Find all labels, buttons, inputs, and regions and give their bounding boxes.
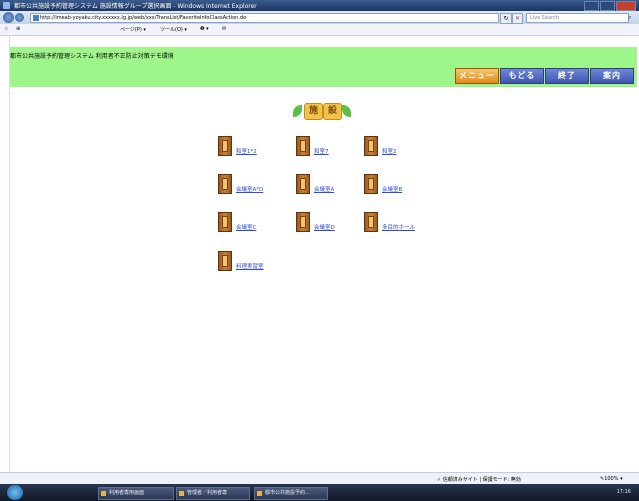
security-zone: ✓ 信頼済みサイト | 保護モード: 無効 xyxy=(437,477,521,483)
room-link[interactable]: 多目的ホール xyxy=(382,223,415,231)
room-link[interactable]: 和室7 xyxy=(314,147,329,155)
room-link[interactable]: 会議室A xyxy=(314,185,334,193)
page-icon xyxy=(33,15,39,21)
window-title-bar: 都市公共施設予約管理システム 施設情報グループ選択画面 - Windows In… xyxy=(0,0,639,11)
door-icon[interactable] xyxy=(364,136,378,156)
add-favorite-icon[interactable]: ⊕ xyxy=(16,26,20,32)
taskbar-item-label: 都市公共施設予約... xyxy=(265,490,310,496)
start-button[interactable] xyxy=(7,485,23,500)
heading-char: 施 xyxy=(304,103,323,120)
room-link[interactable]: 和室1*2 xyxy=(236,147,257,155)
favorites-icon[interactable]: ☆ xyxy=(4,26,8,32)
taskbar-item[interactable]: 都市公共施設予約... xyxy=(254,487,328,500)
room-link[interactable]: 会議室A*D xyxy=(236,185,263,193)
leaf-icon xyxy=(342,105,351,117)
maximize-button[interactable] xyxy=(600,1,615,11)
address-bar: http://imeab-yoyaku.city.xxxxxx.lg.jp/we… xyxy=(0,11,639,24)
room-link[interactable]: 会議室D xyxy=(314,223,335,231)
door-icon[interactable] xyxy=(218,174,232,194)
room-link[interactable]: 会議室B xyxy=(382,185,402,193)
guide-button[interactable]: 案内 xyxy=(590,68,634,84)
taskbar-item[interactable]: 利用者専用画面 xyxy=(98,487,174,500)
facility-heading: 施 設 xyxy=(293,103,351,120)
ie-icon xyxy=(257,491,262,496)
window-controls xyxy=(583,1,636,11)
system-caption: 都市公共施設予約管理システム 利用者不正防止対策テモ環境 xyxy=(10,53,174,60)
menu-button[interactable]: メニュー xyxy=(455,68,499,84)
taskbar-item[interactable]: 管理者／利用者専 xyxy=(176,487,250,500)
help-menu[interactable]: ❷ ▾ xyxy=(200,26,209,32)
room-link[interactable]: 会議室C xyxy=(236,223,256,231)
app-icon xyxy=(179,491,184,496)
stop-icon[interactable]: ✕ xyxy=(512,13,523,24)
door-icon[interactable] xyxy=(218,212,232,232)
door-icon[interactable] xyxy=(364,174,378,194)
search-icon[interactable]: ⌕ xyxy=(628,14,631,22)
command-bar: ☆ ⊕ ページ(P) ▾ ツール(O) ▾ ❷ ▾ ✉ xyxy=(0,24,639,36)
system-tray: 17:16 xyxy=(479,487,637,498)
end-button[interactable]: 終了 xyxy=(545,68,589,84)
room-link[interactable]: 料理実習室 xyxy=(236,262,264,270)
refresh-icon[interactable]: ↻ xyxy=(500,13,512,24)
tools-menu[interactable]: ツール(O) ▾ xyxy=(160,26,187,33)
door-icon[interactable] xyxy=(296,174,310,194)
leaf-icon xyxy=(293,105,302,117)
door-icon[interactable] xyxy=(296,136,310,156)
page-menu[interactable]: ページ(P) ▾ xyxy=(120,26,146,33)
back-arrow-icon[interactable] xyxy=(3,12,14,23)
window-title: 都市公共施設予約管理システム 施設情報グループ選択画面 - Windows In… xyxy=(14,3,257,10)
search-input[interactable]: Live Search xyxy=(526,13,629,23)
forward-arrow-icon[interactable] xyxy=(15,13,24,22)
taskbar-item-label: 管理者／利用者専 xyxy=(187,490,228,496)
room-link[interactable]: 和室2 xyxy=(382,147,397,155)
url-text: http://imeab-yoyaku.city.xxxxxx.lg.jp/we… xyxy=(40,15,247,21)
close-button[interactable] xyxy=(616,1,636,11)
taskbar: 利用者専用画面 管理者／利用者専 都市公共施設予約... 17:16 xyxy=(0,484,639,501)
taskbar-item-label: 利用者専用画面 xyxy=(109,490,145,496)
door-icon[interactable] xyxy=(364,212,378,232)
door-icon[interactable] xyxy=(218,251,232,271)
app-icon xyxy=(101,491,106,496)
mail-icon[interactable]: ✉ xyxy=(222,26,226,32)
page-left-border xyxy=(9,35,10,471)
clock[interactable]: 17:16 xyxy=(617,487,631,498)
page-header: 都市公共施設予約管理システム 利用者不正防止対策テモ環境 メニュー もどる 終了… xyxy=(10,47,637,87)
back-button[interactable]: もどる xyxy=(500,68,544,84)
url-field[interactable]: http://imeab-yoyaku.city.xxxxxx.lg.jp/we… xyxy=(30,13,499,23)
door-icon[interactable] xyxy=(218,136,232,156)
zoom-level[interactable]: ✎100% ▾ xyxy=(600,476,623,482)
search-placeholder: Live Search xyxy=(530,15,559,21)
minimize-button[interactable] xyxy=(584,1,599,11)
ie-icon xyxy=(3,2,10,9)
heading-char: 設 xyxy=(323,103,342,120)
door-icon[interactable] xyxy=(296,212,310,232)
